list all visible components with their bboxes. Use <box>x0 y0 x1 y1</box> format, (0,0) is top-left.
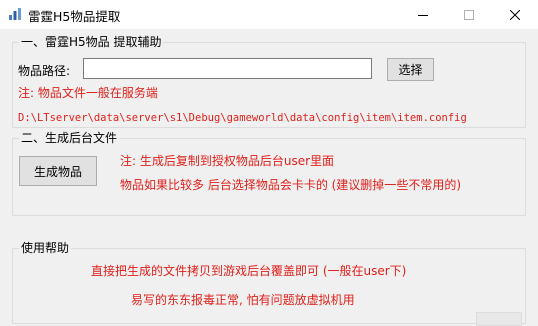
item-path-label: 物品路径: <box>18 64 71 78</box>
partial-button[interactable] <box>476 312 522 326</box>
minimize-icon <box>418 14 428 16</box>
maximize-icon <box>464 9 474 20</box>
help-group: 使用帮助 <box>12 241 526 324</box>
item-path-input[interactable] <box>83 58 372 79</box>
generate-note-line2: 物品如果比较多 后台选择物品会卡卡的 (建议删掉一些不常用的) <box>120 178 461 192</box>
generate-note-line1: 注: 生成后复制到授权物品后台user里面 <box>120 154 335 168</box>
title-bar: 雷霆H5物品提取 <box>0 0 538 29</box>
close-button[interactable] <box>492 0 538 29</box>
generate-group-legend: 二、生成后台文件 <box>19 131 120 145</box>
help-line2: 易写的东东报毒正常, 怕有问题放虚拟机用 <box>131 293 355 307</box>
item-file-note: 注: 物品文件一般在服务端 <box>18 86 158 100</box>
select-button[interactable]: 选择 <box>387 58 434 81</box>
help-line1: 直接把生成的文件拷贝到游戏后台覆盖即可 (一般在user下) <box>91 264 407 278</box>
extract-group-legend: 一、雷霆H5物品 提取辅助 <box>19 35 164 49</box>
minimize-button[interactable] <box>400 0 446 29</box>
item-path-hint: D:\LTserver\data\server\s1\Debug\gamewor… <box>18 112 467 124</box>
help-group-legend: 使用帮助 <box>19 241 72 255</box>
maximize-button[interactable] <box>446 0 492 29</box>
window-title: 雷霆H5物品提取 <box>28 9 121 24</box>
close-icon <box>510 9 520 20</box>
bar-chart-icon <box>8 7 22 21</box>
generate-items-button[interactable]: 生成物品 <box>19 156 97 186</box>
